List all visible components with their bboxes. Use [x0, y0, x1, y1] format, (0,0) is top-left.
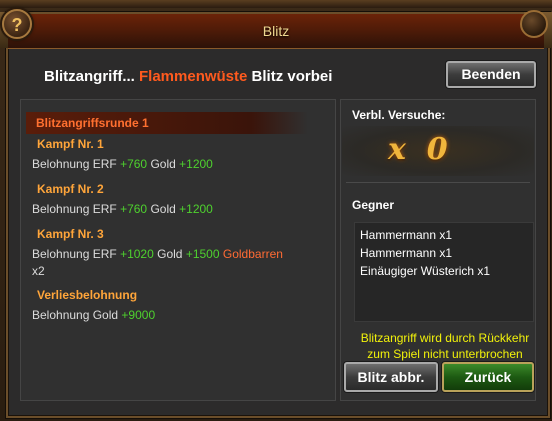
blitz-notice: Blitzangriff wird durch Rückkehr zum Spi…	[360, 331, 530, 361]
enemy-item: Hammermann x1	[360, 228, 453, 242]
fight-3-reward-count: x2	[32, 264, 45, 278]
end-button[interactable]: Beenden	[446, 61, 536, 88]
dungeon-reward-title: Verliesbelohnung	[37, 288, 138, 302]
enemies-label: Gegner	[352, 198, 395, 212]
fight-1-reward: Belohnung ERF +760 Gold +1200	[32, 157, 213, 171]
dungeon-reward: Belohnung Gold +9000	[32, 308, 156, 322]
close-button[interactable]	[520, 10, 548, 38]
blitz-header: Blitzangriff... Flammenwüste Blitz vorbe…	[44, 67, 332, 87]
header-prefix: Blitzangriff...	[44, 68, 135, 85]
remaining-tries-value: x 0	[388, 132, 448, 167]
fight-2-title: Kampf Nr. 2	[37, 182, 104, 196]
title-bar: Blitz	[8, 14, 544, 49]
fight-1-title: Kampf Nr. 1	[37, 137, 104, 151]
round-title: Blitzangriffsrunde 1	[26, 112, 308, 134]
header-location: Flammenwüste	[139, 68, 248, 85]
enemy-item: Hammermann x1	[360, 246, 453, 260]
blitz-window: Blitz ? Blitzangriff... Flammenwüste Bli…	[0, 0, 552, 421]
fight-3-title: Kampf Nr. 3	[37, 227, 104, 241]
fight-2-reward: Belohnung ERF +760 Gold +1200	[32, 202, 213, 216]
help-button[interactable]: ?	[2, 9, 32, 39]
enemy-item: Einäugiger Wüsterich x1	[360, 264, 491, 278]
window-title: Blitz	[262, 23, 290, 39]
fight-3-reward: Belohnung ERF +1020 Gold +1500 Goldbarre…	[32, 247, 283, 261]
header-status: Blitz vorbei	[251, 68, 333, 85]
divider	[346, 182, 530, 183]
top-strip	[0, 0, 552, 8]
back-button[interactable]: Zurück	[442, 362, 534, 392]
abort-blitz-button[interactable]: Blitz abbr.	[344, 362, 438, 392]
remaining-tries-label: Verbl. Versuche:	[352, 108, 446, 122]
